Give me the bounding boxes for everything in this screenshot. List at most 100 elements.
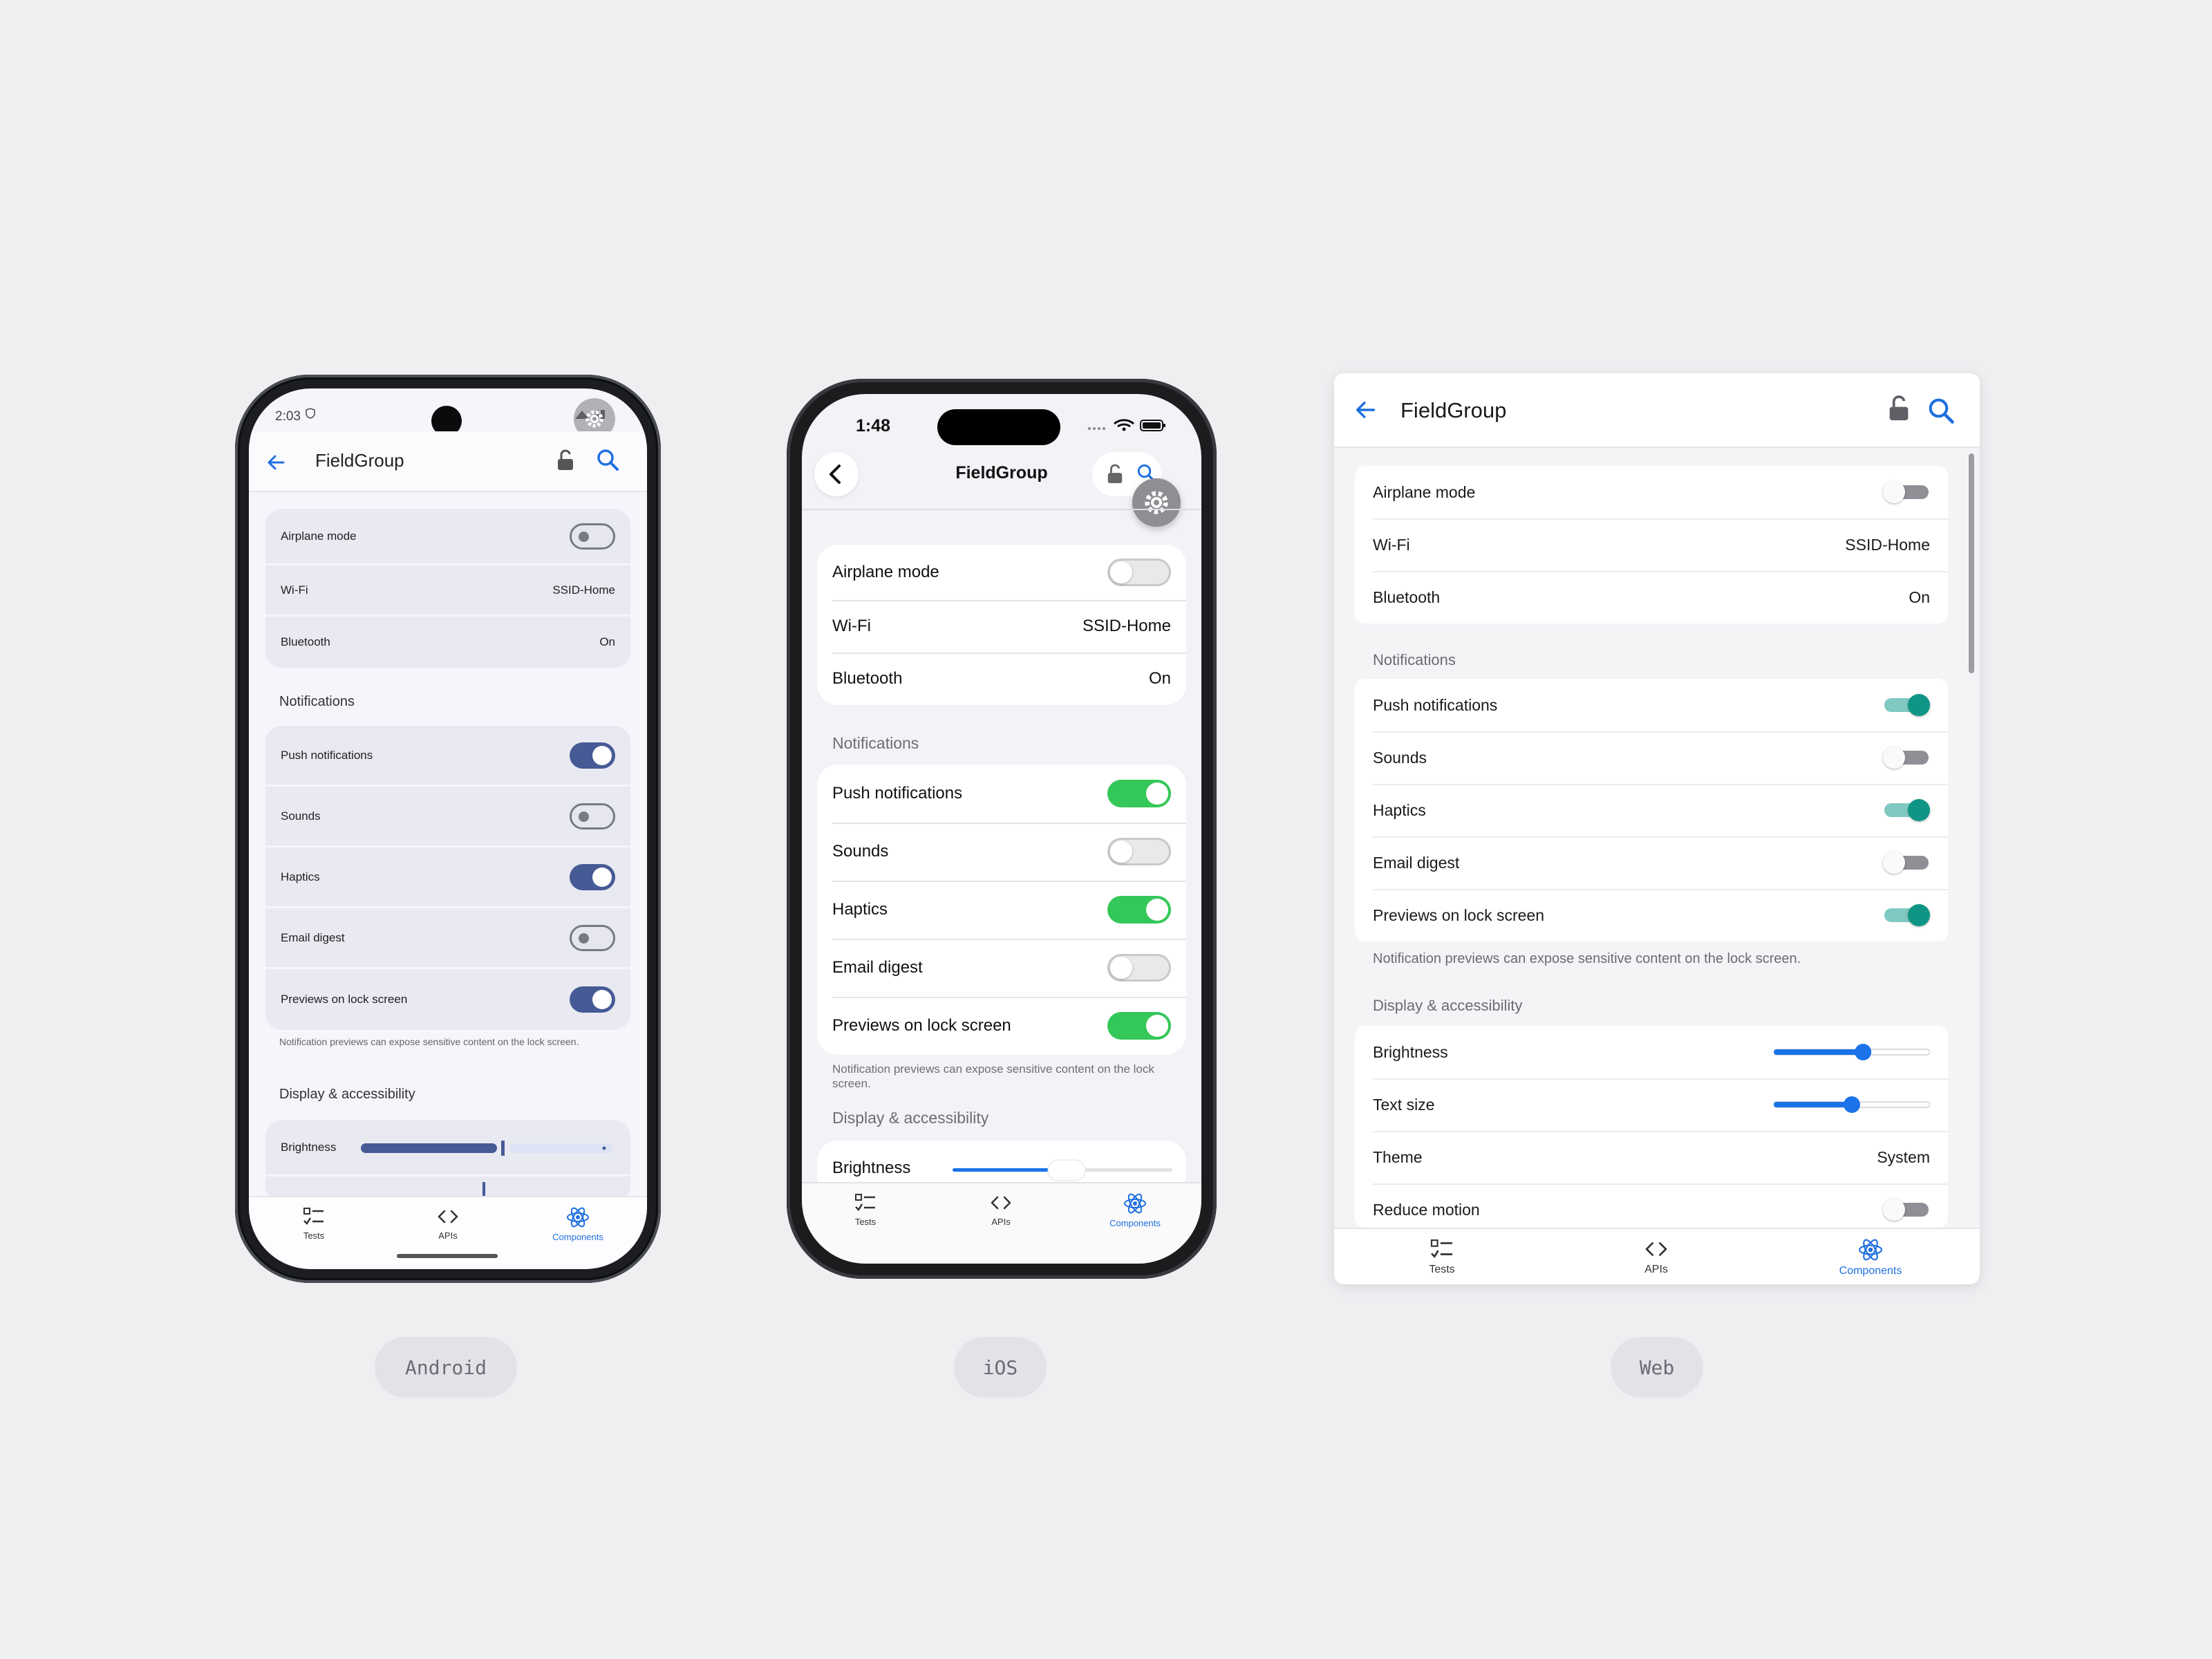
previews-toggle[interactable]	[1883, 903, 1930, 927]
back-arrow-icon[interactable]	[265, 452, 286, 473]
row-label: Wi-Fi	[281, 583, 308, 597]
push-notifications-row[interactable]: Push notifications	[265, 726, 630, 787]
row-label: Push notifications	[832, 784, 963, 803]
previews-row[interactable]: Previews on lock screen	[1355, 889, 1948, 941]
reduce-motion-toggle[interactable]	[1883, 1198, 1930, 1221]
gesture-bar[interactable]	[397, 1254, 498, 1258]
tab-tests[interactable]: Tests	[1394, 1239, 1490, 1276]
battery-icon	[1140, 420, 1165, 431]
tab-components[interactable]: Components	[1087, 1193, 1183, 1228]
wifi-row[interactable]: Wi-Fi SSID-Home	[265, 565, 630, 617]
brightness-row[interactable]: Brightness	[1355, 1026, 1948, 1078]
airplane-mode-row[interactable]: Airplane mode	[817, 545, 1186, 600]
theme-row[interactable]: Theme System	[1355, 1131, 1948, 1183]
wifi-row[interactable]: Wi-Fi SSID-Home	[817, 600, 1186, 653]
row-label: Push notifications	[1373, 695, 1498, 714]
tab-apis[interactable]: APIs	[1608, 1239, 1705, 1276]
bluetooth-row[interactable]: Bluetooth On	[265, 617, 630, 668]
email-digest-toggle[interactable]	[1883, 851, 1930, 874]
reduce-motion-row[interactable]: Reduce motion	[1355, 1183, 1948, 1228]
text-size-row[interactable]: Text size	[1355, 1078, 1948, 1131]
haptics-row[interactable]: Haptics	[1355, 784, 1948, 836]
tab-components[interactable]: Components	[1822, 1239, 1919, 1277]
tab-components[interactable]: Components	[529, 1207, 626, 1242]
tab-tests[interactable]: Tests	[265, 1207, 362, 1241]
sounds-toggle[interactable]	[1107, 838, 1171, 865]
brightness-slider[interactable]	[1774, 1042, 1930, 1062]
sounds-toggle[interactable]	[570, 803, 615, 830]
airplane-mode-toggle[interactable]	[1883, 480, 1930, 504]
page-title: FieldGroup	[315, 450, 404, 471]
gear-icon	[585, 410, 603, 428]
previews-row[interactable]: Previews on lock screen	[265, 969, 630, 1030]
signal-icon	[1088, 427, 1105, 430]
previews-toggle[interactable]	[1107, 1012, 1171, 1040]
tab-apis[interactable]: APIs	[953, 1193, 1049, 1227]
wifi-row[interactable]: Wi-Fi SSID-Home	[1355, 518, 1948, 571]
notifications-heading: Notifications	[279, 694, 355, 709]
tab-label: Tests	[303, 1230, 325, 1241]
email-digest-row[interactable]: Email digest	[817, 939, 1186, 997]
haptics-toggle[interactable]	[1107, 896, 1171, 924]
sounds-row[interactable]: Sounds	[817, 823, 1186, 881]
notifications-heading: Notifications	[1373, 651, 1456, 668]
sounds-row[interactable]: Sounds	[265, 787, 630, 847]
push-notifications-row[interactable]: Push notifications	[1355, 679, 1948, 731]
ios-brightness-slider[interactable]	[953, 1156, 1172, 1183]
haptics-row[interactable]: Haptics	[817, 881, 1186, 939]
email-digest-row[interactable]: Email digest	[265, 908, 630, 969]
unlock-icon[interactable]	[556, 449, 575, 471]
ios-tab-bar: Tests APIs Components	[802, 1182, 1201, 1264]
tab-apis[interactable]: APIs	[400, 1207, 496, 1241]
push-notifications-toggle[interactable]	[570, 742, 615, 769]
push-notifications-toggle[interactable]	[1107, 780, 1171, 807]
search-icon[interactable]	[1927, 397, 1955, 424]
back-arrow-icon[interactable]	[1353, 398, 1377, 422]
text-size-slider[interactable]	[1774, 1095, 1930, 1114]
row-label: Airplane mode	[281, 529, 357, 543]
tab-tests[interactable]: Tests	[817, 1193, 914, 1227]
row-label: Bluetooth	[832, 669, 903, 688]
email-digest-toggle[interactable]	[570, 924, 615, 951]
slider-thumb	[1844, 1096, 1860, 1113]
email-digest-row[interactable]: Email digest	[1355, 836, 1948, 889]
checklist-icon	[1430, 1239, 1452, 1258]
notifications-heading: Notifications	[832, 734, 919, 752]
bluetooth-row[interactable]: Bluetooth On	[817, 653, 1186, 705]
search-icon[interactable]	[596, 448, 619, 471]
bluetooth-row[interactable]: Bluetooth On	[1355, 571, 1948, 624]
code-icon	[438, 1210, 458, 1224]
theme-value: System	[1877, 1147, 1930, 1166]
unlock-icon[interactable]	[1887, 394, 1911, 423]
shield-icon	[306, 408, 315, 419]
row-label: Brightness	[832, 1159, 911, 1177]
push-notifications-toggle[interactable]	[1883, 693, 1930, 717]
haptics-row[interactable]: Haptics	[265, 847, 630, 908]
gear-icon	[1145, 491, 1168, 514]
airplane-mode-toggle[interactable]	[570, 523, 615, 550]
unlock-icon[interactable]	[1106, 463, 1124, 485]
sounds-row[interactable]: Sounds	[1355, 731, 1948, 784]
haptics-toggle[interactable]	[570, 863, 615, 890]
row-label: Sounds	[281, 809, 321, 823]
notifications-note: Notification previews can expose sensiti…	[832, 1062, 1154, 1090]
platform-label-web: Web	[1611, 1337, 1703, 1398]
row-label: Haptics	[832, 900, 888, 919]
previews-row[interactable]: Previews on lock screen	[817, 997, 1186, 1055]
sounds-toggle[interactable]	[1883, 746, 1930, 769]
airplane-mode-row[interactable]: Airplane mode	[265, 509, 630, 565]
airplane-mode-toggle[interactable]	[1107, 559, 1171, 586]
previews-toggle[interactable]	[570, 986, 615, 1013]
row-label: Push notifications	[281, 748, 373, 762]
android-brightness-slider[interactable]	[361, 1141, 613, 1156]
push-notifications-row[interactable]: Push notifications	[817, 765, 1186, 823]
slider-thumb	[1855, 1044, 1872, 1060]
email-digest-toggle[interactable]	[1107, 954, 1171, 982]
airplane-mode-row[interactable]: Airplane mode	[1355, 466, 1948, 518]
haptics-toggle[interactable]	[1883, 798, 1930, 822]
tab-label: APIs	[991, 1217, 1011, 1227]
row-label: Brightness	[1373, 1042, 1448, 1061]
checklist-icon	[303, 1208, 324, 1225]
scrollbar[interactable]	[1969, 453, 1974, 673]
settings-gear-button[interactable]	[1132, 478, 1181, 527]
